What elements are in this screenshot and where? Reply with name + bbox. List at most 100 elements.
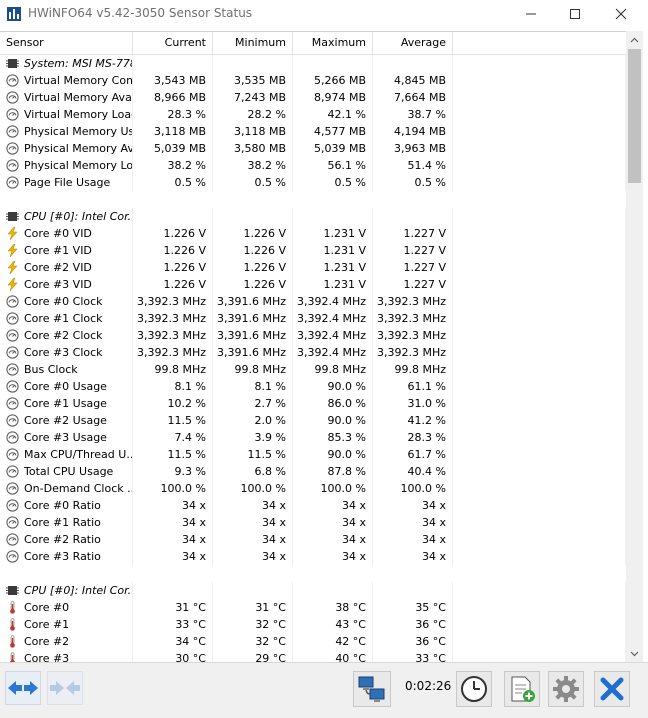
sensor-row[interactable]: Core #2 Ratio 34 x 34 x 34 x 34 x [0, 531, 626, 548]
sensor-row[interactable]: Core #1 Clock 3,392.3 MHz 3,391.6 MHz 3,392… [0, 310, 626, 327]
close-sensors-button[interactable] [594, 671, 630, 707]
sensor-row[interactable]: Core #3 Clock 3,392.3 MHz 3,391.6 MHz 3,392… [0, 344, 626, 361]
sensor-row[interactable]: Core #2 Clock 3,392.3 MHz 3,391.6 MHz 3,392… [0, 327, 626, 344]
row-filler [453, 242, 626, 259]
maximum-value: 1.231 V [293, 259, 373, 276]
row-filler [453, 633, 626, 650]
settings-button[interactable] [548, 671, 584, 707]
chevron-up-icon [630, 37, 639, 42]
sensor-row[interactable]: Core #1 Usage 10.2 % 2.7 % 86.0 % 31.0 % [0, 395, 626, 412]
sensor-row[interactable]: Core #3 Usage 7.4 % 3.9 % 85.3 % 28.3 % [0, 429, 626, 446]
column-header-minimum[interactable]: Minimum [213, 32, 293, 54]
network-button[interactable] [353, 671, 391, 707]
maximum-value: 90.0 % [293, 412, 373, 429]
minimum-value: 34 x [213, 514, 293, 531]
sensor-group-row[interactable]: CPU [#0]: Intel Cor... [0, 582, 626, 599]
current-value: 3,118 MB [133, 123, 213, 140]
sensor-name: CPU [#0]: Intel Cor... [0, 582, 133, 599]
current-value: 9.3 % [133, 463, 213, 480]
expand-collapse-button[interactable] [5, 671, 41, 705]
sensor-row[interactable]: Core #2 Usage 11.5 % 2.0 % 90.0 % 41.2 % [0, 412, 626, 429]
minimum-value: 1.226 V [213, 242, 293, 259]
hwinfo-app-icon [7, 7, 21, 21]
current-value: 3,392.3 MHz [133, 344, 213, 361]
sensor-name: Physical Memory Av... [0, 140, 133, 157]
average-value: 41.2 % [373, 412, 453, 429]
sensor-row[interactable]: Bus Clock 99.8 MHz 99.8 MHz 99.8 MHz 99.8 MH… [0, 361, 626, 378]
arrows-inward-icon [50, 681, 80, 695]
sensor-group-row[interactable]: System: MSI MS-7788 [0, 55, 626, 72]
average-value: 31.0 % [373, 395, 453, 412]
scroll-down-button[interactable] [626, 645, 643, 662]
sensor-name: Core #0 Usage [0, 378, 133, 395]
sensor-row[interactable]: Total CPU Usage 9.3 % 6.8 % 87.8 % 40.4 % [0, 463, 626, 480]
maximum-value [293, 55, 373, 72]
column-header-sensor[interactable]: Sensor [0, 32, 133, 54]
sensor-name: On-Demand Clock ... [0, 480, 133, 497]
sensor-row[interactable]: Page File Usage 0.5 % 0.5 % 0.5 % 0.5 % [0, 174, 626, 191]
sensor-row[interactable]: Core #2 34 °C 32 °C 42 °C 36 °C [0, 633, 626, 650]
current-value: 1.226 V [133, 242, 213, 259]
maximum-value: 3,392.4 MHz [293, 293, 373, 310]
sensor-row[interactable]: Physical Memory Used3,118 MB3,118 MB4,57… [0, 123, 626, 140]
average-value: 34 x [373, 548, 453, 565]
sensor-row[interactable]: Max CPU/Thread U... 11.5 % 11.5 % 90.0 % 61.… [0, 446, 626, 463]
column-header-maximum[interactable]: Maximum [293, 32, 373, 54]
current-value: 1.226 V [133, 225, 213, 242]
maximize-icon [570, 9, 580, 19]
current-value: 1.226 V [133, 276, 213, 293]
current-value [133, 582, 213, 599]
row-filler [453, 582, 626, 599]
sensor-name: Core #2 Usage [0, 412, 133, 429]
average-value: 36 °C [373, 616, 453, 633]
maximum-value: 34 x [293, 514, 373, 531]
maximize-button[interactable] [552, 0, 598, 28]
sensor-row[interactable]: Core #0 Usage 8.1 % 8.1 % 90.0 % 61.1 % [0, 378, 626, 395]
window-title: HWiNFO64 v5.42-3050 Sensor Status [28, 6, 253, 20]
compact-view-button[interactable] [47, 671, 83, 705]
close-window-button[interactable] [598, 0, 644, 28]
sensor-row[interactable]: Virtual Memory Com...3,543 MB3,535 MB5,2… [0, 72, 626, 89]
sensor-row[interactable]: Core #0 VID 1.226 V 1.226 V 1.231 V 1.227 V [0, 225, 626, 242]
average-value [373, 208, 453, 225]
sensor-group-row[interactable]: CPU [#0]: Intel Cor... [0, 208, 626, 225]
scroll-thumb[interactable] [628, 49, 641, 183]
sensor-row[interactable]: Core #3 VID 1.226 V 1.226 V 1.231 V 1.227 V [0, 276, 626, 293]
sensor-name: Physical Memory Used [0, 123, 133, 140]
row-filler [453, 174, 626, 191]
average-value: 3,392.3 MHz [373, 310, 453, 327]
sensor-name: Page File Usage [0, 174, 133, 191]
vertical-scrollbar[interactable] [626, 31, 643, 662]
column-header-current[interactable]: Current [133, 32, 213, 54]
average-value: 34 x [373, 531, 453, 548]
sensor-row[interactable]: Core #0 31 °C 31 °C 38 °C 35 °C [0, 599, 626, 616]
sensor-row[interactable]: Core #1 33 °C 32 °C 43 °C 36 °C [0, 616, 626, 633]
reset-timer-button[interactable] [456, 671, 492, 707]
sensor-row[interactable]: Physical Memory Av... 5,039 MB 3,580 MB 5,0… [0, 140, 626, 157]
average-value: 100.0 % [373, 480, 453, 497]
sensor-name: Core #2 Clock [0, 327, 133, 344]
clock-icon [461, 676, 487, 702]
sensor-row[interactable]: Core #0 Ratio 34 x 34 x 34 x 34 x [0, 497, 626, 514]
sensor-row[interactable]: Core #1 Ratio 34 x 34 x 34 x 34 x [0, 514, 626, 531]
sensor-row[interactable]: Core #1 VID 1.226 V 1.226 V 1.231 V 1.227 V [0, 242, 626, 259]
average-value: 38.7 % [373, 106, 453, 123]
sensor-row[interactable]: Physical Memory Load38.2 %38.2 %56.1 %51… [0, 157, 626, 174]
sensor-row[interactable]: Virtual Memory Load 28.3 % 28.2 % 42.1 % 38.… [0, 106, 626, 123]
logging-button[interactable] [504, 671, 540, 707]
row-filler [453, 429, 626, 446]
minimize-button[interactable] [508, 0, 554, 28]
average-value: 3,392.3 MHz [373, 344, 453, 361]
sensor-row[interactable]: Virtual Memory Avai...8,966 MB7,243 MB8,… [0, 89, 626, 106]
average-value: 36 °C [373, 633, 453, 650]
average-value: 34 x [373, 497, 453, 514]
row-filler [453, 327, 626, 344]
sensor-row[interactable]: Core #2 VID 1.226 V 1.226 V 1.231 V 1.227 V [0, 259, 626, 276]
column-header-average[interactable]: Average [373, 32, 453, 54]
sensor-row[interactable]: On-Demand Clock ... 100.0 % 100.0 % 100.0 %… [0, 480, 626, 497]
current-value: 11.5 % [133, 446, 213, 463]
scroll-up-button[interactable] [626, 31, 643, 48]
sensor-row[interactable]: Core #0 Clock 3,392.3 MHz 3,391.6 MHz 3,392… [0, 293, 626, 310]
sensor-row[interactable]: Core #3 Ratio 34 x 34 x 34 x 34 x [0, 548, 626, 565]
maximum-value: 1.231 V [293, 225, 373, 242]
